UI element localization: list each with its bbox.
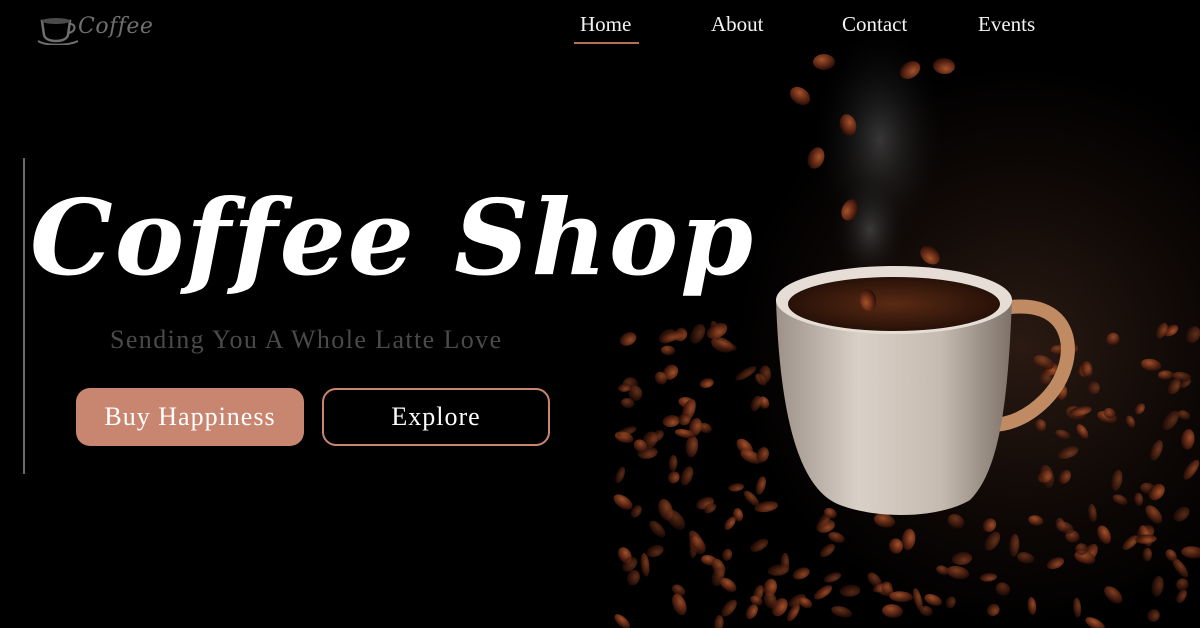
brand-logo[interactable]: Coffee bbox=[36, 6, 156, 46]
coffee-cup-icon bbox=[37, 18, 79, 45]
nav-about[interactable]: About bbox=[711, 12, 764, 42]
nav-home[interactable]: Home bbox=[573, 12, 640, 44]
nav-contact[interactable]: Contact bbox=[842, 12, 907, 42]
logo-text: Coffee bbox=[78, 13, 154, 39]
hero-title: Coffee Shop bbox=[30, 176, 755, 299]
hero-subtitle: Sending You A Whole Latte Love bbox=[110, 325, 503, 354]
nav-events[interactable]: Events bbox=[978, 12, 1035, 42]
hero-divider bbox=[23, 158, 25, 474]
buy-happiness-button[interactable]: Buy Happiness bbox=[76, 388, 304, 446]
explore-button[interactable]: Explore bbox=[322, 388, 550, 446]
